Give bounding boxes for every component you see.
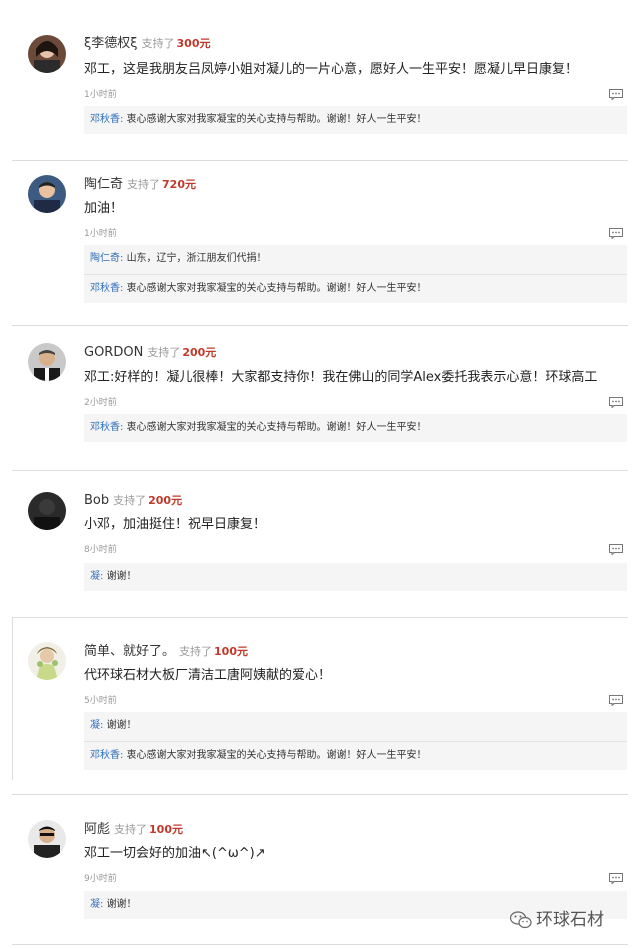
reply-author[interactable]: 邓秋香: <box>90 283 123 294</box>
reply-item: 凝: 谢谢！ <box>90 570 137 584</box>
reply-text: 谢谢！ <box>106 571 137 582</box>
comment-bubble-icon[interactable] <box>609 695 623 706</box>
divider <box>12 944 628 945</box>
amount: 200元 <box>182 346 217 359</box>
timestamp: 9小时前 <box>84 874 117 884</box>
timestamp: 8小时前 <box>84 545 117 555</box>
reply-item: 陶仁奇: 山东，辽宁，浙江朋友们代捐！ <box>90 252 267 266</box>
timestamp: 1小时前 <box>84 90 117 100</box>
comment-text: 邓工，这是我朋友吕凤婷小姐对凝儿的一片心意，愿好人一生平安！愿凝儿早日康复！ <box>84 62 579 77</box>
reply-item: 邓秋香: 衷心感谢大家对我家凝宝的关心支持与帮助。谢谢！好人一生平安！ <box>90 113 427 127</box>
reply-box: 凝: 谢谢！ 邓秋香: 衷心感谢大家对我家凝宝的关心支持与帮助。谢谢！好人一生平… <box>84 712 627 770</box>
username[interactable]: 陶仁奇 <box>84 177 123 192</box>
comment-text: 加油！ <box>84 201 124 216</box>
reply-author[interactable]: 邓秋香: <box>90 750 123 761</box>
reply-text: 山东，辽宁，浙江朋友们代捐！ <box>126 253 267 264</box>
avatar[interactable] <box>28 492 66 530</box>
reply-box: 陶仁奇: 山东，辽宁，浙江朋友们代捐！ 邓秋香: 衷心感谢大家对我家凝宝的关心支… <box>84 245 627 303</box>
support-label: 支持了 <box>147 346 181 359</box>
support-label: 支持了 <box>114 823 148 836</box>
reply-item: 邓秋香: 衷心感谢大家对我家凝宝的关心支持与帮助。谢谢！好人一生平安！ <box>90 421 427 435</box>
reply-divider <box>84 274 627 275</box>
timestamp: 5小时前 <box>84 696 117 706</box>
reply-item: 凝: 谢谢！ <box>90 898 137 912</box>
username[interactable]: ξ李德权ξ <box>84 36 138 51</box>
divider <box>12 470 628 471</box>
amount: 100元 <box>149 823 183 836</box>
username[interactable]: 简单、就好了。 <box>84 644 175 659</box>
amount: 300元 <box>176 37 211 50</box>
reply-item: 凝: 谢谢！ <box>90 719 137 733</box>
amount: 720元 <box>162 178 196 191</box>
comment-bubble-icon[interactable] <box>609 89 623 100</box>
divider <box>12 617 628 618</box>
divider <box>12 325 628 326</box>
reply-item: 邓秋香: 衷心感谢大家对我家凝宝的关心支持与帮助。谢谢！好人一生平安！ <box>90 282 427 296</box>
timestamp: 1小时前 <box>84 229 117 239</box>
reply-text: 谢谢！ <box>106 899 137 910</box>
support-label: 支持了 <box>179 645 213 658</box>
watermark: 环球石材 <box>510 905 604 930</box>
avatar[interactable] <box>28 642 66 680</box>
reply-author[interactable]: 凝: <box>90 720 103 731</box>
comment-bubble-icon[interactable] <box>609 873 623 884</box>
reply-item: 邓秋香: 衷心感谢大家对我家凝宝的关心支持与帮助。谢谢！好人一生平安！ <box>90 749 427 763</box>
comment-text: 小邓，加油挺住！祝早日康复！ <box>84 517 267 532</box>
reply-author[interactable]: 凝: <box>90 571 103 582</box>
amount: 100元 <box>214 645 248 658</box>
left-border <box>12 617 13 780</box>
comment-text: 邓工一切会好的加油↖(^ω^)↗ <box>84 846 266 861</box>
reply-text: 衷心感谢大家对我家凝宝的关心支持与帮助。谢谢！好人一生平安！ <box>126 114 427 125</box>
reply-author[interactable]: 凝: <box>90 899 103 910</box>
avatar[interactable] <box>28 343 66 381</box>
reply-box: 邓秋香: 衷心感谢大家对我家凝宝的关心支持与帮助。谢谢！好人一生平安！ <box>84 106 627 134</box>
support-label: 支持了 <box>141 37 175 50</box>
amount: 200元 <box>148 494 183 507</box>
comment-text: 邓工:好样的！凝儿很棒！大家都支持你！我在佛山的同学Alex委托我表示心意！环球… <box>84 370 598 385</box>
username[interactable]: Bob <box>84 493 109 508</box>
wechat-logo-icon <box>510 911 532 929</box>
reply-author[interactable]: 陶仁奇: <box>90 253 123 264</box>
reply-text: 谢谢！ <box>106 720 137 731</box>
reply-text: 衷心感谢大家对我家凝宝的关心支持与帮助。谢谢！好人一生平安！ <box>126 750 427 761</box>
username[interactable]: 阿彪 <box>84 822 110 837</box>
support-label: 支持了 <box>127 178 161 191</box>
avatar[interactable] <box>28 35 66 73</box>
avatar[interactable] <box>28 820 66 858</box>
support-label: 支持了 <box>113 494 147 507</box>
watermark-text: 环球石材 <box>536 910 604 930</box>
avatar[interactable] <box>28 175 66 213</box>
comment-bubble-icon[interactable] <box>609 544 623 555</box>
comment-bubble-icon[interactable] <box>609 228 623 239</box>
timestamp: 2小时前 <box>84 398 117 408</box>
divider <box>12 160 628 161</box>
reply-text: 衷心感谢大家对我家凝宝的关心支持与帮助。谢谢！好人一生平安！ <box>126 283 427 294</box>
reply-box: 邓秋香: 衷心感谢大家对我家凝宝的关心支持与帮助。谢谢！好人一生平安！ <box>84 414 627 442</box>
comment-text: 代环球石材大板厂清洁工唐阿姨献的爱心！ <box>84 668 332 683</box>
reply-author[interactable]: 邓秋香: <box>90 114 123 125</box>
reply-box: 凝: 谢谢！ <box>84 563 627 591</box>
reply-divider <box>84 741 627 742</box>
divider <box>12 794 628 795</box>
reply-text: 衷心感谢大家对我家凝宝的关心支持与帮助。谢谢！好人一生平安！ <box>126 422 427 433</box>
reply-author[interactable]: 邓秋香: <box>90 422 123 433</box>
username[interactable]: GORDON <box>84 345 143 360</box>
comment-bubble-icon[interactable] <box>609 397 623 408</box>
